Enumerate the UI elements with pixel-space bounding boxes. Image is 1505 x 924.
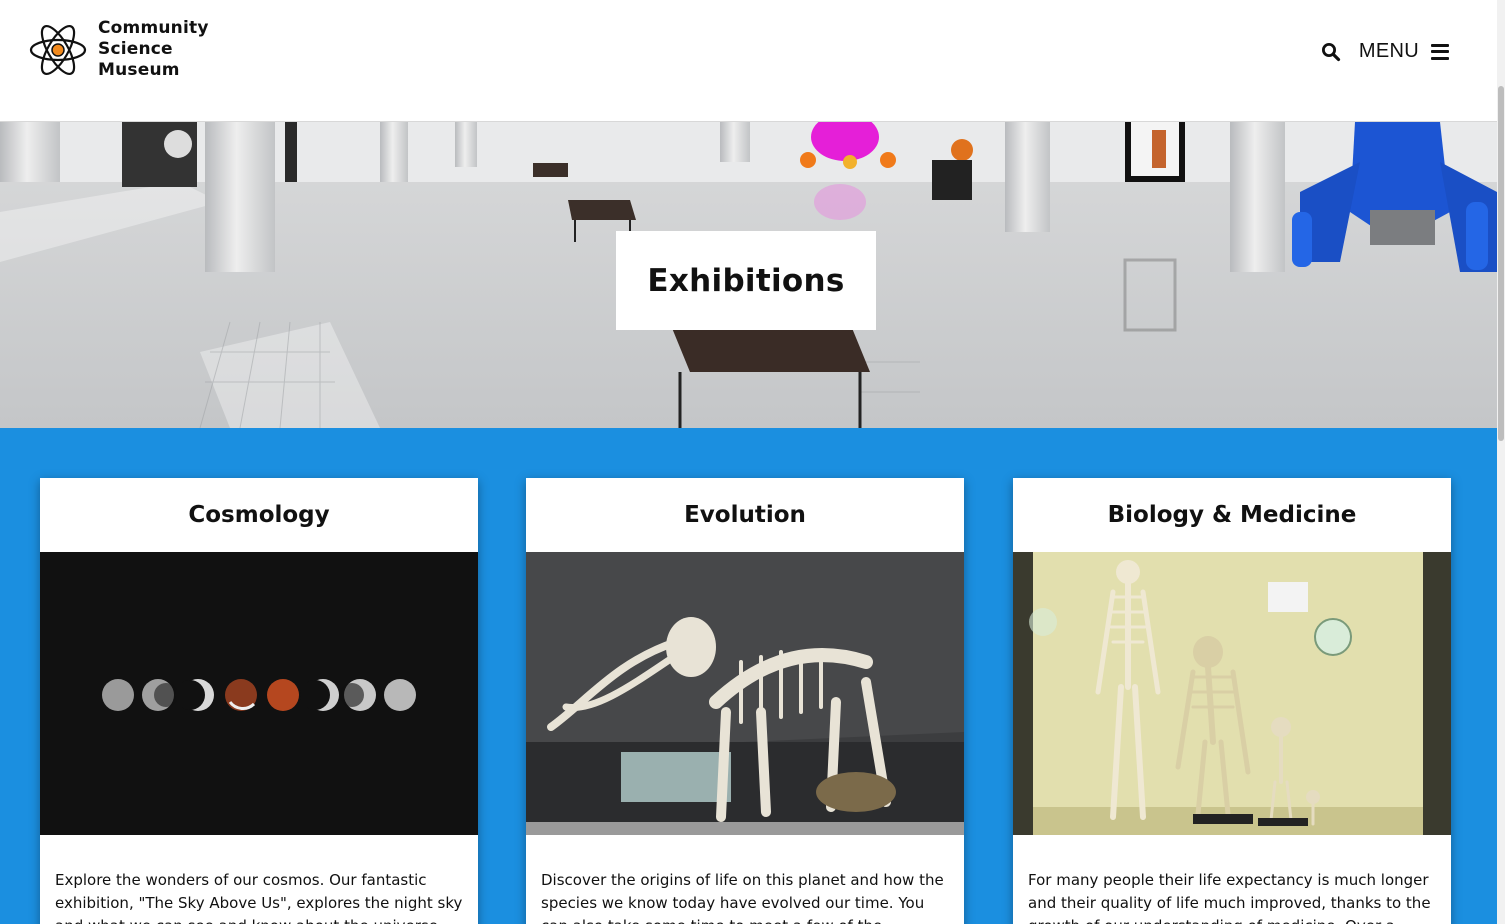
- scrollbar-thumb[interactable]: [1498, 86, 1504, 441]
- page-scrollbar[interactable]: [1497, 0, 1505, 924]
- exhibition-card-cosmology[interactable]: Cosmology Explore the wonders of our cos…: [40, 478, 478, 924]
- card-title[interactable]: Evolution: [526, 478, 964, 552]
- menu-button[interactable]: MENU: [1359, 40, 1449, 63]
- exhibition-card-biology-medicine[interactable]: Biology & Medicine For many people their…: [1013, 478, 1451, 924]
- card-title[interactable]: Biology & Medicine: [1013, 478, 1451, 552]
- logo-line-3: Museum: [98, 60, 180, 80]
- menu-label: MENU: [1358, 40, 1419, 62]
- card-description: For many people their life expectancy is…: [1028, 871, 1431, 924]
- card-description: Discover the origins of life on this pla…: [541, 871, 944, 924]
- lunar-eclipse-phases-photo[interactable]: [40, 552, 478, 835]
- hamburger-icon: [1431, 43, 1449, 60]
- site-header: Community Science Museum MENU: [0, 0, 1497, 122]
- hero-banner: Exhibitions: [0, 122, 1497, 428]
- card-title[interactable]: Cosmology: [40, 478, 478, 552]
- logo-line-1: Community: [98, 18, 209, 38]
- exhibitions-section: Cosmology Explore the wonders of our cos…: [0, 428, 1497, 924]
- header-actions: MENU: [1321, 40, 1449, 63]
- logo-line-2: Science: [98, 39, 173, 59]
- skeletons-display-case-photo[interactable]: [1013, 552, 1451, 835]
- search-icon[interactable]: [1321, 42, 1341, 62]
- site-logo[interactable]: Community Science Museum: [28, 18, 209, 81]
- card-description: Explore the wonders of our cosmos. Our f…: [55, 871, 463, 924]
- hero-title-box: Exhibitions: [616, 231, 876, 330]
- page-title: Exhibitions: [647, 262, 845, 299]
- atom-logo-icon: [29, 24, 87, 75]
- exhibition-card-evolution[interactable]: Evolution Discover the origins of life o…: [526, 478, 964, 924]
- logo-text: Community Science Museum: [98, 18, 209, 81]
- mammoth-skeleton-photo[interactable]: [526, 552, 964, 835]
